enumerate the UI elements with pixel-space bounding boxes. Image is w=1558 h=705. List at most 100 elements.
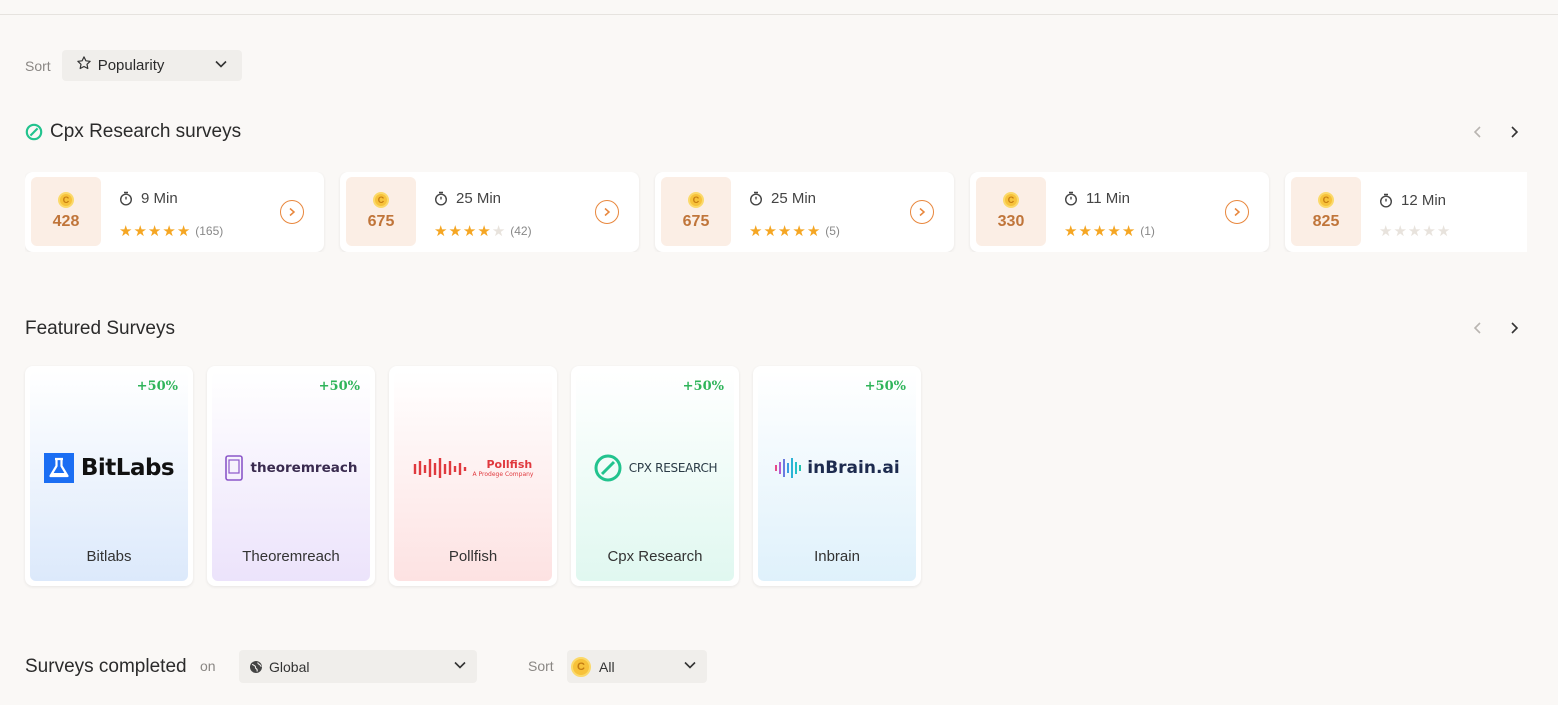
bitlabs-logo: BitLabs <box>30 443 188 493</box>
prev-arrow-icon[interactable] <box>1470 320 1486 336</box>
duration: 12 Min <box>1379 192 1446 209</box>
chevron-right-icon <box>1234 207 1241 217</box>
featured-card-bg: +50% BitLabs Bitlabs <box>30 371 188 581</box>
reward-value: 675 <box>682 213 710 230</box>
star-rating-icon: ★ <box>1379 223 1393 240</box>
duration-text: 12 Min <box>1401 192 1447 209</box>
start-survey-button[interactable] <box>595 200 619 224</box>
section-title-text: Featured Surveys <box>25 318 175 339</box>
start-survey-button[interactable] <box>280 200 304 224</box>
region-dropdown[interactable]: Global <box>239 650 477 683</box>
duration-text: 11 Min <box>1086 190 1130 207</box>
survey-cards-row: C 428 9 Min ★ ★ ★ ★ ★ (165) C 675 25 Min ★ ★ ★… <box>25 172 1527 252</box>
reward-value: 675 <box>367 213 395 230</box>
logo-subtext: A Prodege Company <box>472 471 534 478</box>
star-rating-icon: ★ <box>1422 223 1436 240</box>
featured-card-bg: +50% inBrain.ai Inbrain <box>758 371 916 581</box>
filter-value: All <box>599 658 615 675</box>
rating-count: (1) <box>1140 224 1155 238</box>
star-icon <box>76 55 92 76</box>
star-rating-icon: ★ <box>749 223 763 240</box>
reward-box: C 428 <box>31 177 101 246</box>
star-rating-icon: ★ <box>1107 223 1121 240</box>
next-arrow-icon[interactable] <box>1506 320 1522 336</box>
duration: 11 Min <box>1064 190 1130 207</box>
region-value: Global <box>269 658 310 675</box>
star-rating-icon: ★ <box>147 223 162 240</box>
coin-icon: C <box>1318 192 1334 208</box>
star-rating-icon: ★ <box>806 223 821 240</box>
rating: ★ ★ ★ ★ ★ (5) <box>749 222 840 240</box>
featured-card-bitlabs[interactable]: +50% BitLabs Bitlabs <box>25 366 193 586</box>
currency-filter-dropdown[interactable]: C All <box>567 650 707 683</box>
star-rating-icon: ★ <box>119 223 133 240</box>
survey-card[interactable]: C 428 9 Min ★ ★ ★ ★ ★ (165) <box>25 172 324 252</box>
coin-icon: C <box>1003 192 1019 208</box>
logo-text: CPX RESEARCH <box>628 461 718 475</box>
star-rating-icon: ★ <box>1393 223 1407 240</box>
star-rating-icon: ★ <box>777 223 792 240</box>
featured-section-title: Featured Surveys <box>25 318 175 340</box>
next-arrow-icon[interactable] <box>1506 124 1522 140</box>
duration-text: 25 Min <box>771 190 817 207</box>
chevron-right-icon <box>919 207 926 217</box>
brainwave-icon <box>775 458 802 478</box>
featured-card-bg: +50% theoremreach Theoremreach <box>212 371 370 581</box>
on-label: on <box>200 658 216 674</box>
theoremreach-logo: theoremreach <box>212 443 370 493</box>
soundwave-icon <box>413 458 466 478</box>
chevron-down-icon <box>683 658 697 675</box>
rating: ★ ★ ★ ★ ★ <box>1379 222 1455 240</box>
reward-value: 428 <box>52 213 80 230</box>
featured-card-cpx-research[interactable]: +50% CPX RESEARCH Cpx Research <box>571 366 739 586</box>
completed-title: Surveys completed <box>25 656 187 677</box>
cpx-research-logo: CPX RESEARCH <box>576 443 734 493</box>
star-rating-icon: ★ <box>434 223 448 240</box>
featured-card-bg: +50% CPX RESEARCH Cpx Research <box>576 371 734 581</box>
chevron-down-icon <box>214 57 228 75</box>
cpx-logo-icon <box>594 454 622 482</box>
duration-text: 25 Min <box>456 190 502 207</box>
bonus-badge: +50% <box>318 379 360 394</box>
coin-icon: C <box>58 192 74 208</box>
featured-card-pollfish[interactable]: Pollfish A Prodege Company Pollfish <box>389 366 557 586</box>
featured-card-inbrain[interactable]: +50% inBrain.ai Inbrain <box>753 366 921 586</box>
featured-name: Inbrain <box>814 548 860 565</box>
logo-text: inBrain.ai <box>807 458 900 478</box>
cpx-section-title: Cpx Research surveys <box>25 121 241 143</box>
top-divider <box>0 14 1558 15</box>
featured-name: Bitlabs <box>86 548 132 565</box>
survey-card[interactable]: C 825 12 Min ★ ★ ★ ★ ★ <box>1285 172 1527 252</box>
star-rating-icon: ★ <box>462 223 477 240</box>
chevron-right-icon <box>604 207 611 217</box>
star-rating-icon: ★ <box>162 223 176 240</box>
bonus-badge: +50% <box>682 379 724 394</box>
reward-value: 330 <box>997 213 1025 230</box>
featured-card-theoremreach[interactable]: +50% theoremreach Theoremreach <box>207 366 375 586</box>
flask-icon <box>43 453 74 483</box>
star-rating-icon: ★ <box>1121 223 1136 240</box>
star-rating-icon: ★ <box>448 223 462 240</box>
star-rating-icon: ★ <box>133 223 147 240</box>
reward-box: C 825 <box>1291 177 1361 246</box>
start-survey-button[interactable] <box>1225 200 1249 224</box>
rating-count: (165) <box>195 224 224 238</box>
sort-label: Sort <box>25 57 51 74</box>
sort-label: Sort <box>528 658 554 674</box>
survey-card[interactable]: C 675 25 Min ★ ★ ★ ★ ★ (5) <box>655 172 954 252</box>
survey-card[interactable]: C 675 25 Min ★ ★ ★ ★ ★ (42) <box>340 172 639 252</box>
bonus-badge: +50% <box>864 379 906 394</box>
cpx-logo-icon <box>25 123 43 141</box>
prev-arrow-icon[interactable] <box>1470 124 1486 140</box>
logo-text: BitLabs <box>80 455 175 481</box>
pollfish-logo: Pollfish A Prodege Company <box>394 443 552 493</box>
sort-dropdown[interactable]: Popularity <box>61 50 242 81</box>
sort-value: Popularity <box>97 57 165 74</box>
start-survey-button[interactable] <box>910 200 934 224</box>
tablet-icon <box>224 455 243 481</box>
section-title-text: Cpx Research surveys <box>50 121 242 142</box>
survey-card[interactable]: C 330 11 Min ★ ★ ★ ★ ★ (1) <box>970 172 1269 252</box>
reward-value: 825 <box>1312 213 1340 230</box>
duration: 25 Min <box>749 190 816 207</box>
star-rating-icon: ★ <box>1407 223 1422 240</box>
